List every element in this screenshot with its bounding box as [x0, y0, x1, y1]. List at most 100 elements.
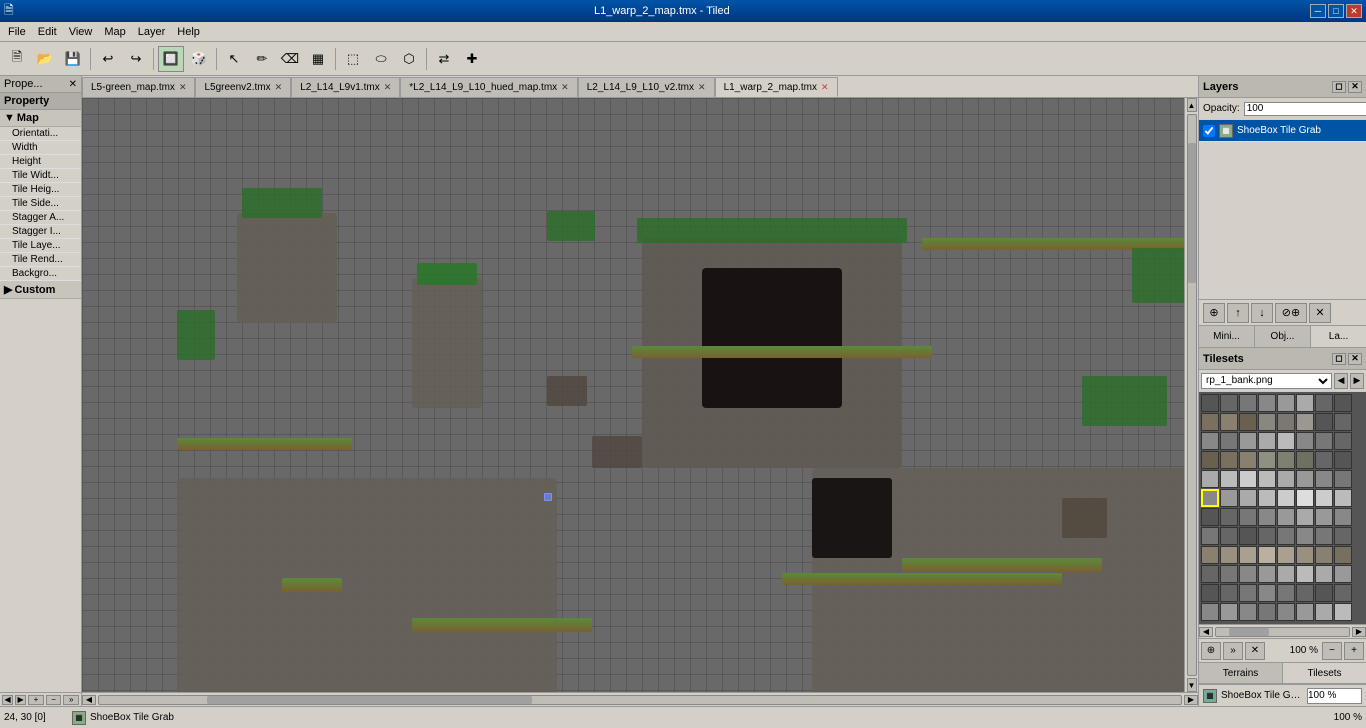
layer-item-0[interactable]: ▦ ShoeBox Tile Grab	[1199, 120, 1366, 142]
scroll-left-button[interactable]: ◀	[2, 695, 13, 705]
embed-tileset-button[interactable]: »	[1223, 642, 1243, 660]
tile-cell-0[interactable]	[1201, 394, 1219, 412]
layer-visibility-0[interactable]	[1203, 125, 1215, 137]
tile-cell-27[interactable]	[1258, 451, 1276, 469]
tab-4[interactable]: L2_L14_L9_L10_v2.tmx ✕	[578, 77, 715, 97]
tile-cell-32[interactable]	[1201, 470, 1219, 488]
tile-cell-61[interactable]	[1296, 527, 1314, 545]
tile-cell-12[interactable]	[1277, 413, 1295, 431]
tab-2[interactable]: L2_L14_L9v1.tmx ✕	[291, 77, 400, 97]
tileset-prev-button[interactable]: ◀	[1334, 373, 1348, 389]
tile-cell-41[interactable]	[1220, 489, 1238, 507]
paint-button[interactable]: ✏	[249, 46, 275, 72]
map-group[interactable]: ▼ Map	[0, 110, 81, 127]
map-canvas[interactable]	[82, 98, 1184, 692]
tileset-hscroll-right[interactable]: ▶	[1352, 627, 1366, 637]
tile-cell-52[interactable]	[1277, 508, 1295, 526]
tile-cell-9[interactable]	[1220, 413, 1238, 431]
tile-cell-47[interactable]	[1334, 489, 1352, 507]
tile-cell-38[interactable]	[1315, 470, 1333, 488]
tile-cell-73[interactable]	[1220, 565, 1238, 583]
tile-cell-81[interactable]	[1220, 584, 1238, 602]
tile-cell-85[interactable]	[1296, 584, 1314, 602]
tile-cell-34[interactable]	[1239, 470, 1257, 488]
tile-cell-95[interactable]	[1334, 603, 1352, 621]
tile-cell-77[interactable]	[1296, 565, 1314, 583]
tab-5[interactable]: L1_warp_2_map.tmx ✕	[715, 77, 838, 97]
polygon-select-button[interactable]: ⬡	[396, 46, 422, 72]
tile-cell-36[interactable]	[1277, 470, 1295, 488]
tile-cell-79[interactable]	[1334, 565, 1352, 583]
tile-cell-48[interactable]	[1201, 508, 1219, 526]
fill-button[interactable]: ▦	[305, 46, 331, 72]
hscroll-track[interactable]	[98, 695, 1182, 705]
tile-cell-53[interactable]	[1296, 508, 1314, 526]
objects-tab[interactable]: Obj...	[1255, 326, 1311, 347]
tile-cell-56[interactable]	[1201, 527, 1219, 545]
tile-cell-63[interactable]	[1334, 527, 1352, 545]
tile-cell-16[interactable]	[1201, 432, 1219, 450]
tile-cell-65[interactable]	[1220, 546, 1238, 564]
rect-select-button[interactable]: ⬚	[340, 46, 366, 72]
tile-cell-44[interactable]	[1277, 489, 1295, 507]
tile-cell-68[interactable]	[1277, 546, 1295, 564]
ellipse-select-button[interactable]: ⬭	[368, 46, 394, 72]
tilesets-tab[interactable]: Tilesets	[1283, 663, 1366, 683]
menu-edit[interactable]: Edit	[32, 24, 63, 40]
tile-cell-30[interactable]	[1315, 451, 1333, 469]
tile-cell-80[interactable]	[1201, 584, 1219, 602]
tile-cell-91[interactable]	[1258, 603, 1276, 621]
zoom-out-tileset[interactable]: −	[1322, 642, 1342, 660]
new-tileset-button[interactable]: ⊕	[1201, 642, 1221, 660]
tile-cell-71[interactable]	[1334, 546, 1352, 564]
vscroll-track[interactable]	[1187, 114, 1197, 676]
stamp-button[interactable]: 🔲	[158, 46, 184, 72]
tab-3[interactable]: *L2_L14_L9_L10_hued_map.tmx ✕	[400, 77, 577, 97]
tile-cell-23[interactable]	[1334, 432, 1352, 450]
tile-cell-72[interactable]	[1201, 565, 1219, 583]
random-button[interactable]: 🎲	[186, 46, 212, 72]
new-button[interactable]: 🗎	[4, 46, 30, 72]
tile-cell-94[interactable]	[1315, 603, 1333, 621]
tile-cell-93[interactable]	[1296, 603, 1314, 621]
move-button[interactable]: ✚	[459, 46, 485, 72]
layers-panel-restore[interactable]: ◻	[1332, 81, 1346, 93]
scroll-right-button[interactable]: ▶	[15, 695, 26, 705]
tilesets-close-button[interactable]: ✕	[1348, 353, 1362, 365]
tile-cell-49[interactable]	[1220, 508, 1238, 526]
save-button[interactable]: 💾	[60, 46, 86, 72]
tab-0[interactable]: L5-green_map.tmx ✕	[82, 77, 195, 97]
custom-group[interactable]: ▶ Custom	[0, 281, 81, 299]
tile-cell-26[interactable]	[1239, 451, 1257, 469]
layers-tab[interactable]: La...	[1311, 326, 1366, 347]
undo-button[interactable]: ↩	[95, 46, 121, 72]
tile-cell-2[interactable]	[1239, 394, 1257, 412]
tile-cell-19[interactable]	[1258, 432, 1276, 450]
remove-property-button[interactable]: −	[46, 695, 62, 705]
menu-help[interactable]: Help	[171, 24, 206, 40]
zoom-in-tileset[interactable]: +	[1344, 642, 1364, 660]
tile-cell-60[interactable]	[1277, 527, 1295, 545]
tile-cell-17[interactable]	[1220, 432, 1238, 450]
map-vscroll[interactable]: ▲ ▼	[1184, 98, 1198, 692]
remove-layer-button[interactable]: ✕	[1309, 303, 1331, 323]
tile-cell-82[interactable]	[1239, 584, 1257, 602]
tab-close-0[interactable]: ✕	[179, 82, 187, 93]
tile-cell-24[interactable]	[1201, 451, 1219, 469]
tileset-hscroll-thumb[interactable]	[1229, 628, 1269, 636]
vscroll-up-button[interactable]: ▲	[1187, 98, 1197, 112]
tile-cell-20[interactable]	[1277, 432, 1295, 450]
tile-cell-37[interactable]	[1296, 470, 1314, 488]
tile-cell-6[interactable]	[1315, 394, 1333, 412]
move-layer-up-button[interactable]: ↑	[1227, 303, 1249, 323]
flip-button[interactable]: ⇄	[431, 46, 457, 72]
tile-cell-29[interactable]	[1296, 451, 1314, 469]
tileset-hscroll-track[interactable]	[1215, 627, 1350, 637]
tile-cell-10[interactable]	[1239, 413, 1257, 431]
tile-cell-28[interactable]	[1277, 451, 1295, 469]
tile-cell-50[interactable]	[1239, 508, 1257, 526]
tab-close-4[interactable]: ✕	[698, 82, 706, 93]
tile-cell-21[interactable]	[1296, 432, 1314, 450]
tile-cell-31[interactable]	[1334, 451, 1352, 469]
tile-cell-3[interactable]	[1258, 394, 1276, 412]
